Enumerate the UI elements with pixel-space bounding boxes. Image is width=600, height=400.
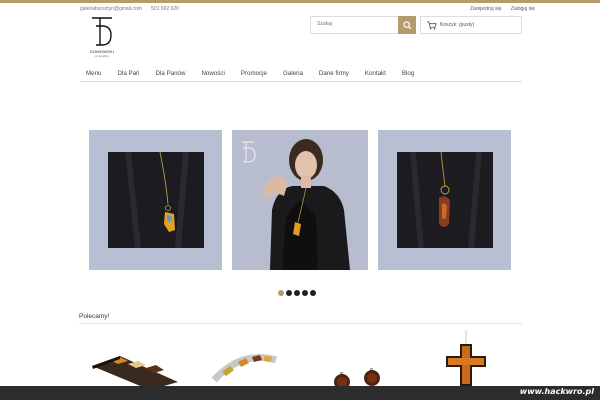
nav-item-men[interactable]: Dla Panów	[156, 70, 186, 77]
contact-email[interactable]: galeriabursztyn@gmail.com	[80, 6, 142, 12]
nav-item-menu[interactable]: Menu	[86, 70, 101, 77]
nav-item-promotions[interactable]: Promocje	[241, 70, 267, 77]
pendant-photo	[108, 152, 204, 248]
search-box	[310, 16, 416, 34]
bracelet-image	[92, 356, 178, 386]
logo-tagline: art jewellery	[95, 55, 109, 58]
nav-item-contact[interactable]: Kontakt	[365, 70, 386, 77]
contact-phone: 501 692 620	[151, 6, 179, 12]
search-input[interactable]	[317, 21, 397, 27]
account-links: Zarejestruj się Zaloguj się	[462, 6, 535, 12]
logo-mark-icon	[92, 17, 112, 46]
nav-item-women[interactable]: Dla Pań	[117, 70, 139, 77]
main-navigation: Menu Dla Pań Dla Panów Nowości Promocje …	[80, 66, 522, 82]
search-icon	[402, 20, 412, 30]
contact-info: galeriabursztyn@gmail.com 501 692 620	[80, 6, 187, 12]
product-card[interactable]	[416, 330, 522, 386]
product-card[interactable]	[80, 330, 186, 386]
register-link[interactable]: Zarejestruj się	[470, 6, 501, 12]
slider-dot[interactable]	[278, 290, 284, 296]
slider-dot[interactable]	[310, 290, 316, 296]
search-button[interactable]	[398, 16, 416, 34]
featured-title: Polecamy!	[79, 313, 110, 320]
nav-item-blog[interactable]: Blog	[402, 70, 414, 77]
slider-pagination	[278, 290, 318, 296]
product-card[interactable]	[304, 330, 410, 386]
slider-dot[interactable]	[294, 290, 300, 296]
earrings-image	[334, 368, 380, 386]
slider-dot[interactable]	[302, 290, 308, 296]
nav-item-gallery[interactable]: Galeria	[283, 70, 303, 77]
nav-item-new[interactable]: Nowości	[201, 70, 224, 77]
logo-wordmark: DOMOWSKI	[89, 49, 115, 54]
bangle-image	[211, 354, 277, 383]
nav-item-company[interactable]: Dane firmy	[319, 70, 349, 77]
top-accent-line	[0, 0, 600, 3]
login-link[interactable]: Zaloguj się	[511, 6, 535, 12]
pendant-photo	[397, 152, 493, 248]
slider-dot[interactable]	[286, 290, 292, 296]
section-divider	[79, 323, 522, 324]
cross-pendant-image	[446, 330, 486, 386]
bottom-bar	[0, 386, 600, 400]
slider-image-left[interactable]	[89, 130, 222, 270]
product-card[interactable]	[192, 330, 298, 386]
slider-image-center[interactable]	[232, 130, 368, 270]
cart-label: Koszyk: (pusty)	[440, 22, 475, 28]
model-photo	[232, 130, 368, 270]
cart-icon	[425, 19, 437, 31]
cart-widget[interactable]: Koszyk: (pusty)	[420, 16, 522, 34]
watermark-text: www.hackwro.pl	[519, 387, 594, 396]
slider-image-right[interactable]	[378, 130, 511, 270]
